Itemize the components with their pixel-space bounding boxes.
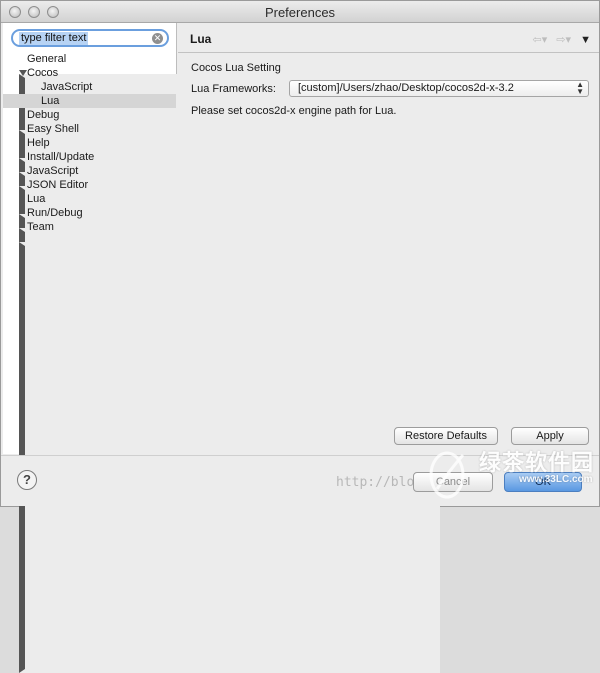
- tree-item-label: Cocos: [27, 67, 59, 79]
- tree-item-label: JavaScript: [27, 165, 79, 177]
- watermark-domain: www.33LC.com: [519, 474, 593, 485]
- page-title: Lua: [190, 32, 212, 46]
- tree-item-label: Debug: [27, 109, 60, 121]
- lua-frameworks-value: [custom]/Users/zhao/Desktop/cocos2d-x-3.…: [298, 82, 514, 94]
- tree-item-label: Help: [27, 137, 50, 149]
- tree-item-cocos[interactable]: Cocos: [3, 66, 176, 80]
- section-title: Cocos Lua Setting: [191, 62, 281, 74]
- tree-item-lua[interactable]: Lua: [3, 192, 440, 645]
- tea-leaf-icon: [429, 451, 465, 499]
- filter-placeholder[interactable]: type filter text: [19, 32, 89, 45]
- preferences-sidebar: type filter text ✕ General Cocos JavaScrip…: [3, 23, 440, 673]
- page-header: Lua ⇦▾ ⇨▾ ▼: [178, 23, 599, 53]
- select-arrows-icon: ▲ ▼: [576, 80, 584, 96]
- tree-item-javascript[interactable]: JavaScript: [3, 164, 440, 617]
- clear-search-icon[interactable]: ✕: [152, 33, 163, 44]
- watermark-logo: 绿茶软件园 www.33LC.com: [419, 441, 593, 501]
- window-title: Preferences: [264, 5, 336, 20]
- tree-item-label: Lua: [41, 95, 60, 107]
- tree-item-label: Lua: [27, 193, 46, 205]
- tree-item-general[interactable]: General: [3, 52, 440, 505]
- tree-item-install-update[interactable]: Install/Update: [3, 150, 440, 603]
- tree-item-label: General: [27, 53, 67, 65]
- tree-item-javascript[interactable]: JavaScript: [3, 80, 176, 94]
- lua-frameworks-select[interactable]: [custom]/Users/zhao/Desktop/cocos2d-x-3.…: [289, 80, 589, 97]
- lua-frameworks-label: Lua Frameworks:: [191, 83, 276, 95]
- preferences-tree: General Cocos JavaScript Lua Debug Easy Shell…: [3, 52, 440, 673]
- tree-item-label: Install/Update: [27, 151, 95, 163]
- tree-item-label: JSON Editor: [27, 179, 89, 191]
- watermark-brand: 绿茶软件园: [479, 450, 595, 475]
- tree-item-lua[interactable]: Lua: [3, 94, 176, 108]
- tree-item-label: Team: [27, 221, 54, 233]
- tree-item-label: Run/Debug: [27, 207, 83, 219]
- preferences-window: Preferences type filter text ✕ General Co…: [0, 0, 600, 673]
- tree-item-help[interactable]: Help: [3, 136, 440, 589]
- engine-path-hint: Please set cocos2d-x engine path for Lua…: [191, 105, 397, 117]
- tree-item-team[interactable]: Team: [3, 220, 440, 673]
- forward-icon[interactable]: ⇨▾: [556, 33, 571, 46]
- tree-item-run-debug[interactable]: Run/Debug: [3, 206, 440, 659]
- tree-item-json-editor[interactable]: JSON Editor: [3, 178, 176, 192]
- view-menu-icon[interactable]: ▼: [580, 34, 591, 46]
- filter-input[interactable]: type filter text ✕: [11, 29, 169, 47]
- tree-item-label: Easy Shell: [27, 123, 79, 135]
- expanded-arrow-icon[interactable]: [19, 70, 27, 76]
- title-bar: Preferences: [1, 1, 599, 23]
- page-navigation: ⇦▾ ⇨▾ ▼: [526, 33, 591, 46]
- tree-item-label: JavaScript: [41, 81, 93, 93]
- tree-item-debug[interactable]: Debug: [3, 108, 440, 561]
- watermark-url: http://blo: [336, 475, 415, 490]
- help-icon[interactable]: ?: [17, 470, 37, 490]
- back-icon[interactable]: ⇦▾: [532, 33, 547, 46]
- tree-item-easy-shell[interactable]: Easy Shell: [3, 122, 176, 136]
- preference-page: Lua ⇦▾ ⇨▾ ▼ Cocos Lua Setting Lua Framew…: [178, 23, 599, 454]
